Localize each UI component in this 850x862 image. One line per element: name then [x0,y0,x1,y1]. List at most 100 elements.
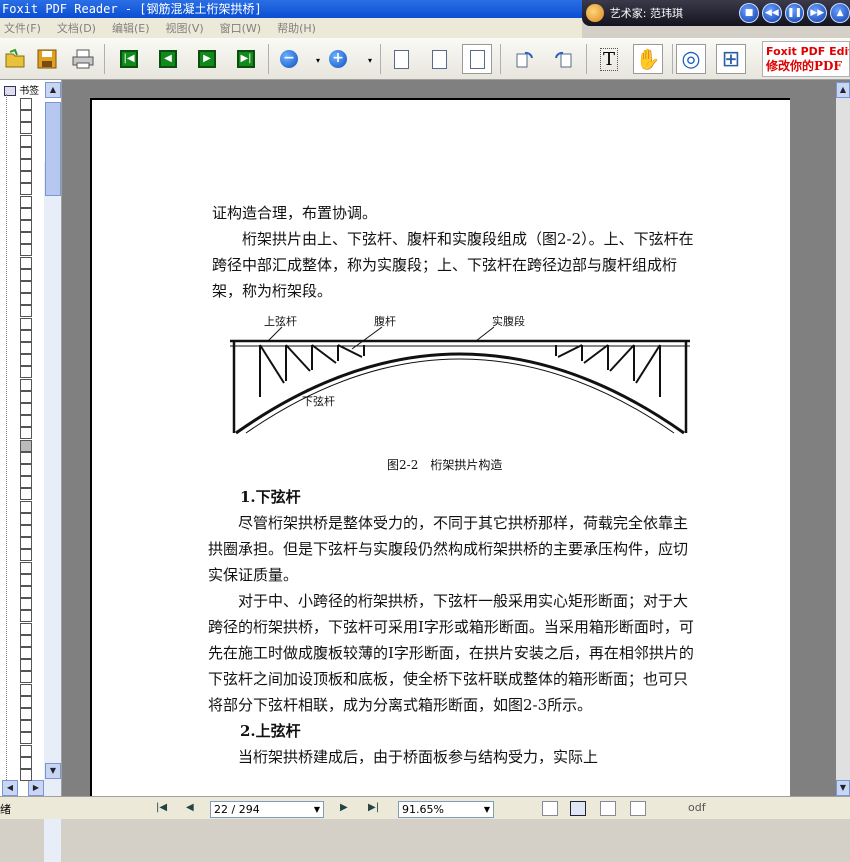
bookmark-item[interactable] [20,622,32,635]
bookmark-item[interactable] [20,98,32,110]
menu-window[interactable]: 窗口(W) [220,20,261,36]
last-page-button[interactable]: ▶| [231,44,261,74]
hand-tool-button[interactable]: ✋ [633,44,663,74]
bookmark-item[interactable] [20,671,32,684]
continuous-facing-view-icon[interactable] [630,801,646,816]
bookmark-item[interactable] [20,122,32,135]
open-button[interactable] [0,44,30,74]
zoom-in-button[interactable]: + [323,44,353,74]
bookmark-item[interactable] [20,561,32,574]
status-first-page-icon[interactable]: |◀ [156,802,167,813]
bookmark-item[interactable] [20,183,32,196]
bookmark-item[interactable] [20,634,32,647]
bookmark-item[interactable] [20,512,32,525]
bookmark-item[interactable] [20,769,32,781]
bookmark-item[interactable] [20,329,32,342]
bookmark-item[interactable] [20,366,32,379]
fit-width-button[interactable] [462,44,492,74]
menu-view[interactable]: 视图(V) [166,20,204,36]
scroll-down-icon[interactable]: ▼ [836,780,850,796]
bookmark-item[interactable] [20,159,32,171]
bookmark-item[interactable] [20,598,32,611]
fit-page-button[interactable] [424,44,454,74]
bookmark-item[interactable] [20,464,32,476]
zoom-dropdown-icon[interactable]: ▼ [484,802,490,817]
document-view[interactable]: 证构造合理，布置协调。 桁架拱片由上、下弦杆、腹杆和实腹段组成（图2-2）。上、… [62,80,850,798]
bookmark-item[interactable] [20,537,32,550]
bookmark-item[interactable] [20,354,32,367]
bookmark-scroll-up-icon[interactable]: ▲ [45,82,61,98]
bookmark-scroll-down-icon[interactable]: ▼ [45,763,61,779]
actual-size-button[interactable] [386,44,416,74]
bookmark-item[interactable] [20,659,32,672]
bookmark-item[interactable] [20,195,32,208]
facing-view-icon[interactable] [600,801,616,816]
eject-button[interactable]: ▲ [830,3,850,23]
fast-forward-button[interactable]: ▶▶ [807,3,828,23]
bookmark-item[interactable] [20,525,32,537]
bookmark-item[interactable] [20,708,32,720]
menu-help[interactable]: 帮助(H) [277,20,316,36]
document-scrollbar[interactable]: ▲ ▼ [836,82,850,796]
continuous-view-icon[interactable] [570,801,586,816]
zoom-level-field[interactable]: 91.65% ▼ [398,801,494,818]
bookmark-item[interactable] [20,610,32,623]
bookmark-item[interactable] [20,695,32,708]
bookmark-item[interactable] [20,756,32,769]
bookmark-item[interactable] [20,110,32,123]
bookmark-hscroll-right-icon[interactable]: ▶ [28,780,44,796]
bookmark-item[interactable] [20,232,32,245]
foxit-editor-ad[interactable]: Foxit PDF Editor 修改你的PDF [762,41,850,77]
scroll-up-icon[interactable]: ▲ [836,82,850,98]
media-player-widget[interactable]: 艺术家: 范玮琪 ■ ◀◀ ❚❚ ▶▶ ▲ [582,0,850,26]
bookmark-item[interactable] [20,268,32,281]
rotate-left-button[interactable] [548,44,578,74]
rotate-right-button[interactable] [510,44,540,74]
status-prev-page-icon[interactable]: ◀ [186,802,194,813]
bookmark-item[interactable] [20,586,32,598]
bookmark-item[interactable] [20,549,32,562]
bookmark-item[interactable] [20,256,32,269]
fullscreen-button[interactable]: ⊞ [716,44,746,74]
bookmark-item[interactable] [20,390,32,403]
bookmark-item[interactable] [20,647,32,659]
bookmark-item[interactable] [20,683,32,696]
rewind-button[interactable]: ◀◀ [761,3,782,23]
bookmark-scroll-thumb[interactable] [45,102,61,196]
status-next-page-icon[interactable]: ▶ [340,802,348,813]
bookmark-item[interactable] [20,439,32,452]
bookmark-item[interactable] [20,403,32,415]
bookmark-item[interactable] [20,378,32,391]
status-last-page-icon[interactable]: ▶| [368,802,379,813]
bookmark-item[interactable] [20,207,32,220]
bookmark-item[interactable] [20,744,32,757]
bookmark-item[interactable] [20,573,32,586]
select-text-button[interactable]: T [594,44,624,74]
bookmark-item[interactable] [20,342,32,354]
zoom-out-dropdown-icon[interactable]: ▾ [316,56,320,65]
bookmark-item[interactable] [20,415,32,428]
page-number-field[interactable]: 22 / 294 ▼ [210,801,324,818]
web-search-button[interactable]: ◎ [676,44,706,74]
next-page-button[interactable]: ▶ [192,44,222,74]
bookmark-item[interactable] [20,500,32,513]
bookmark-item[interactable] [20,293,32,306]
bookmark-item[interactable] [20,244,32,257]
bookmark-item[interactable] [20,317,32,330]
print-button[interactable] [68,44,98,74]
bookmark-item[interactable] [20,281,32,293]
zoom-out-button[interactable]: − [274,44,304,74]
zoom-in-dropdown-icon[interactable]: ▾ [368,56,372,65]
bookmark-hscroll-left-icon[interactable]: ◀ [2,780,18,796]
bookmark-item[interactable] [20,732,32,745]
menu-edit[interactable]: 编辑(E) [112,20,150,36]
bookmark-item[interactable] [20,720,32,733]
bookmark-item[interactable] [20,134,32,147]
menu-document[interactable]: 文档(D) [57,20,96,36]
bookmark-item[interactable] [20,427,32,440]
bookmark-item[interactable] [20,476,32,489]
bookmark-scrollbar[interactable] [44,162,61,862]
page-dropdown-icon[interactable]: ▼ [314,802,320,817]
bookmark-item[interactable] [20,451,32,464]
stop-button[interactable]: ■ [739,3,759,23]
